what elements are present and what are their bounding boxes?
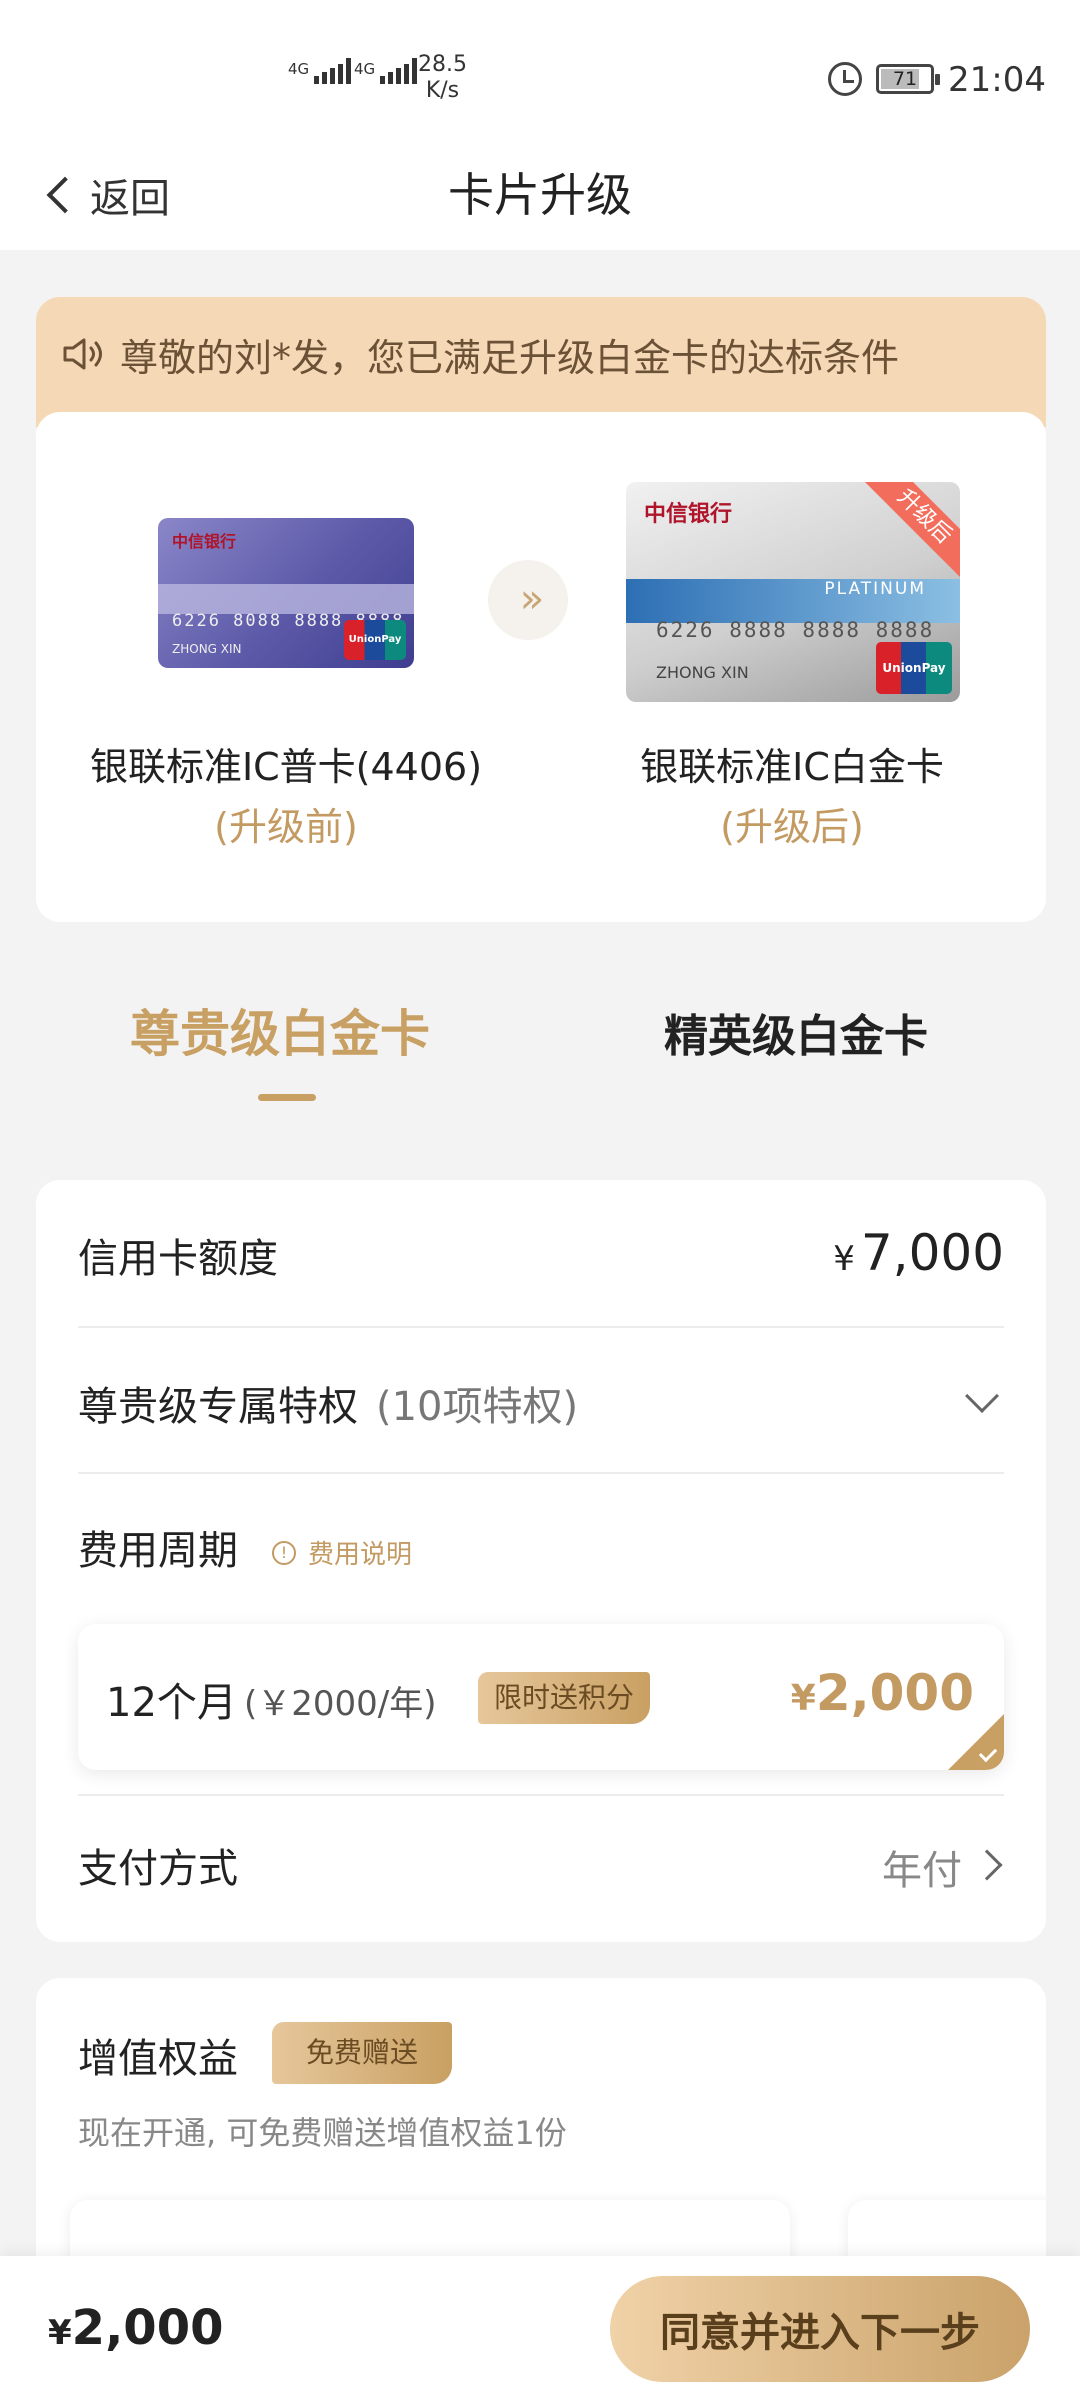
- privilege-label: 尊贵级专属特权: [78, 1384, 358, 1430]
- speaker-icon: [63, 338, 102, 370]
- battery-level: 71: [892, 68, 918, 90]
- card-label-after: (升级后): [720, 805, 864, 849]
- network-speed: 28.5 K/s: [418, 52, 467, 103]
- period-unit-price: (￥2000/年): [244, 1684, 437, 1724]
- fee-period-label: 费用周期: [78, 1528, 238, 1574]
- notice-text: 尊敬的刘*发，您已满足升级白金卡的达标条件: [120, 336, 900, 380]
- tab-premium-platinum[interactable]: 尊贵级白金卡: [130, 994, 430, 1066]
- divider: [78, 1472, 1004, 1474]
- period-label: 12个月: [106, 1680, 237, 1726]
- card-name-after: 银联标准IC白金卡: [640, 745, 944, 789]
- nav-header: 返回 卡片升级: [0, 140, 1080, 250]
- privilege-row[interactable]: 尊贵级专属特权 (10项特权): [78, 1374, 578, 1432]
- payment-method-value[interactable]: 年付: [882, 1838, 962, 1896]
- value-added-title: 增值权益: [78, 2036, 238, 2082]
- selected-corner: [948, 1714, 1004, 1770]
- period-option-12-months[interactable]: 12个月 (￥2000/年) 限时送积分 ¥2,000: [78, 1624, 1004, 1770]
- chevron-down-icon[interactable]: [965, 1379, 999, 1413]
- card-details: 信用卡额度 ¥7,000 尊贵级专属特权 (10项特权) 费用周期 ! 费用说明 …: [36, 1180, 1046, 1942]
- tab-elite-platinum[interactable]: 精英级白金卡: [664, 1000, 928, 1064]
- card-image-before: 中信银行 6226 8088 8888 8888 ZHONG XIN Union…: [158, 518, 414, 668]
- signal-icon-2: 4G: [354, 58, 417, 84]
- alarm-icon: [828, 62, 862, 96]
- free-gift-tag: 免费赠送: [272, 2022, 452, 2084]
- card-name-before: 银联标准IC普卡(4406): [89, 745, 483, 789]
- info-icon: !: [272, 1540, 296, 1565]
- page-title: 卡片升级: [448, 168, 632, 222]
- agree-next-button[interactable]: 同意并进入下一步: [610, 2276, 1030, 2382]
- status-time: 21:04: [948, 60, 1046, 100]
- value-added-subtitle: 现在开通, 可免费赠送增值权益1份: [78, 2114, 567, 2152]
- total-amount: ¥2,000: [48, 2300, 224, 2356]
- promo-tag: 限时送积分: [478, 1672, 651, 1724]
- payment-method-label: 支付方式: [78, 1846, 238, 1892]
- battery-icon: 71: [876, 64, 940, 94]
- period-amount: ¥2,000: [790, 1664, 974, 1722]
- status-bar: 4G 4G 28.5 K/s 71 21:04: [0, 0, 1080, 150]
- card-label-before: (升级前): [214, 805, 358, 849]
- card-image-after: 中信银行 PLATINUM 6226 8888 8888 8888 ZHONG …: [626, 482, 960, 702]
- unionpay-logo: UnionPay 银联: [344, 620, 406, 660]
- divider: [78, 1794, 1004, 1796]
- credit-limit-value: ¥7,000: [833, 1224, 1004, 1282]
- double-arrow-icon: »: [488, 560, 568, 640]
- upgrade-ribbon: 升级后: [862, 482, 960, 579]
- fee-explanation-link[interactable]: ! 费用说明: [272, 1534, 412, 1571]
- unionpay-logo: UnionPay 银联: [876, 642, 952, 694]
- divider: [78, 1326, 1004, 1328]
- credit-limit-label: 信用卡额度: [78, 1236, 278, 1282]
- chevron-right-icon[interactable]: [971, 1849, 1003, 1881]
- notice-banner: 尊敬的刘*发，您已满足升级白金卡的达标条件: [36, 297, 1046, 427]
- signal-icon: 4G: [288, 58, 351, 84]
- tab-underline: [258, 1094, 316, 1101]
- privilege-count: (10项特权): [376, 1384, 579, 1430]
- bottom-bar: ¥2,000 同意并进入下一步: [0, 2256, 1080, 2400]
- upgrade-card: 中信银行 6226 8088 8888 8888 ZHONG XIN Union…: [36, 412, 1046, 922]
